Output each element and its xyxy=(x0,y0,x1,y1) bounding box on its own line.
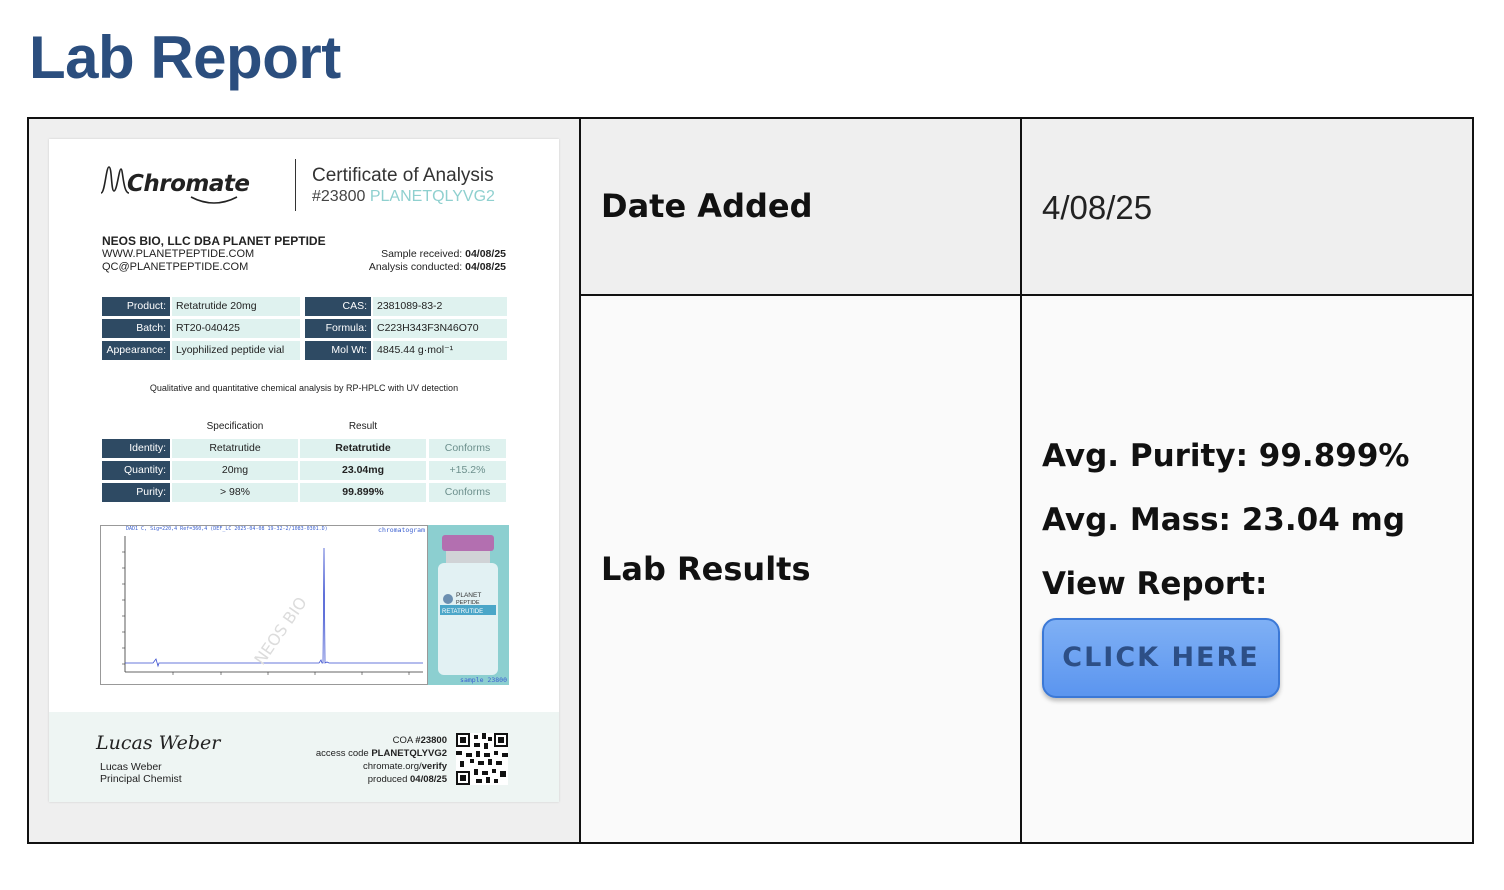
svg-text:PEPTIDE: PEPTIDE xyxy=(456,600,480,606)
analysis-conducted: Analysis conducted: 04/08/25 xyxy=(369,261,506,273)
chromatogram-trace: NEOS BIO xyxy=(122,536,423,675)
avg-purity: Avg. Purity: 99.899% xyxy=(1042,438,1410,474)
spec-key: Quantity: xyxy=(102,461,170,480)
batch-value: RT20-040425 xyxy=(172,319,300,338)
lab-results-label: Lab Results xyxy=(601,550,811,588)
spec-value: > 98% xyxy=(172,483,298,502)
company-email: QC@PLANETPEPTIDE.COM xyxy=(102,261,249,273)
sample-received: Sample received: 04/08/25 xyxy=(381,248,506,260)
sample-label: sample 23800 xyxy=(460,676,507,684)
verify-url: chromate.org/verify xyxy=(363,761,447,772)
spec-value: Retatrutide xyxy=(172,439,298,458)
coa-id-label: COA xyxy=(392,735,413,746)
coa-number-value: #23800 xyxy=(312,188,366,205)
coa-number: #23800 PLANETQLYVG2 xyxy=(312,188,495,206)
verify-domain: chromate.org/ xyxy=(363,761,422,772)
product-vial-photo: PLANET PEPTIDE RETATRUTIDE sample 23800 xyxy=(428,525,509,685)
molwt-key: Mol Wt: xyxy=(305,341,371,360)
spec-header: Specification xyxy=(206,421,264,432)
date-added-value: 4/08/25 xyxy=(1042,189,1153,226)
lab-results-value-cell: Avg. Purity: 99.899% Avg. Mass: 23.04 mg… xyxy=(1022,296,1472,842)
spec-key: Purity: xyxy=(102,483,170,502)
spec-value: 20mg xyxy=(172,461,298,480)
lab-results-label-cell: Lab Results xyxy=(581,296,1022,842)
coa-image-cell: Chromate Certificate of Analysis #23800 … xyxy=(29,119,581,842)
access-code-line: access code PLANETQLYVG2 xyxy=(316,748,447,759)
cas-key: CAS: xyxy=(305,297,371,316)
spec-row-purity: Purity: > 98% 99.899% Conforms xyxy=(49,483,559,502)
lab-report-table: Chromate Certificate of Analysis #23800 … xyxy=(27,117,1474,844)
vial-icon: PLANET PEPTIDE RETATRUTIDE xyxy=(438,535,498,675)
signer-role: Principal Chemist xyxy=(100,773,182,785)
appearance-value: Lyophilized peptide vial xyxy=(172,341,300,360)
info-row-appearance: Appearance: Lyophilized peptide vial Mol… xyxy=(102,341,507,360)
qr-code-icon xyxy=(456,733,508,785)
spec-result: Retatrutide xyxy=(300,439,426,458)
svg-text:RETATRUTIDE: RETATRUTIDE xyxy=(442,609,483,615)
signer-name: Lucas Weber xyxy=(100,761,162,773)
spec-status: Conforms xyxy=(429,439,506,458)
date-added-label-cell: Date Added xyxy=(581,119,1022,296)
svg-text:PLANET: PLANET xyxy=(456,592,481,599)
spec-key: Identity: xyxy=(102,439,170,458)
spec-result: 23.04mg xyxy=(300,461,426,480)
avg-mass: Avg. Mass: 23.04 mg xyxy=(1042,502,1406,538)
view-report-label: View Report: xyxy=(1042,566,1268,602)
formula-value: C223H343F3N46O70 xyxy=(373,319,507,338)
chromatogram: DAD1 C, Sig=220,4 Ref=360,4 (DEF_LC 2025… xyxy=(100,525,428,685)
produced-label: produced xyxy=(367,774,408,785)
analysis-method: Qualitative and quantitative chemical an… xyxy=(149,383,459,393)
coa-id-value: #23800 xyxy=(415,735,447,746)
coa-id: COA #23800 xyxy=(393,735,447,746)
spec-row-quantity: Quantity: 20mg 23.04mg +15.2% xyxy=(49,461,559,480)
info-row-product: Product: Retatrutide 20mg CAS: 2381089-8… xyxy=(102,297,507,316)
page-title: Lab Report xyxy=(29,24,341,91)
result-header: Result xyxy=(348,421,378,432)
logo-smile-icon xyxy=(190,196,238,204)
spec-row-identity: Identity: Retatrutide Retatrutide Confor… xyxy=(49,439,559,458)
spec-result: 99.899% xyxy=(300,483,426,502)
analysis-conducted-date: 04/08/25 xyxy=(465,261,506,273)
chromate-logo: Chromate xyxy=(127,171,250,197)
info-row-batch: Batch: RT20-040425 Formula: C223H343F3N4… xyxy=(102,319,507,338)
coa-access-code: PLANETQLYVG2 xyxy=(369,188,495,205)
sample-received-date: 04/08/25 xyxy=(465,248,506,260)
product-value: Retatrutide 20mg xyxy=(172,297,300,316)
product-key: Product: xyxy=(102,297,170,316)
verify-path: verify xyxy=(421,761,447,772)
access-code-value: PLANETQLYVG2 xyxy=(371,748,447,759)
coa-title: Certificate of Analysis xyxy=(312,165,494,186)
batch-key: Batch: xyxy=(102,319,170,338)
appearance-key: Appearance: xyxy=(102,341,170,360)
analysis-conducted-label: Analysis conducted: xyxy=(368,261,463,273)
produced-date: 04/08/25 xyxy=(410,774,447,785)
formula-key: Formula: xyxy=(305,319,371,338)
view-report-button[interactable]: CLICK HERE xyxy=(1042,618,1280,698)
date-added-label: Date Added xyxy=(601,187,813,225)
cas-value: 2381089-83-2 xyxy=(373,297,507,316)
company-website: WWW.PLANETPEPTIDE.COM xyxy=(102,248,255,260)
logo-divider xyxy=(295,159,296,211)
svg-text:NEOS BIO: NEOS BIO xyxy=(250,593,310,668)
access-code-label: access code xyxy=(315,748,369,759)
certificate-of-analysis-image[interactable]: Chromate Certificate of Analysis #23800 … xyxy=(49,139,559,802)
molwt-value: 4845.44 g·mol⁻¹ xyxy=(373,341,507,360)
signature: Lucas Weber xyxy=(96,732,221,754)
date-added-value-cell: 4/08/25 xyxy=(1022,119,1472,296)
company-name: NEOS BIO, LLC DBA PLANET PEPTIDE xyxy=(102,234,326,248)
sample-received-label: Sample received: xyxy=(381,248,463,260)
spec-status: Conforms xyxy=(429,483,506,502)
produced-line: produced 04/08/25 xyxy=(368,774,447,785)
spec-status: +15.2% xyxy=(429,461,506,480)
